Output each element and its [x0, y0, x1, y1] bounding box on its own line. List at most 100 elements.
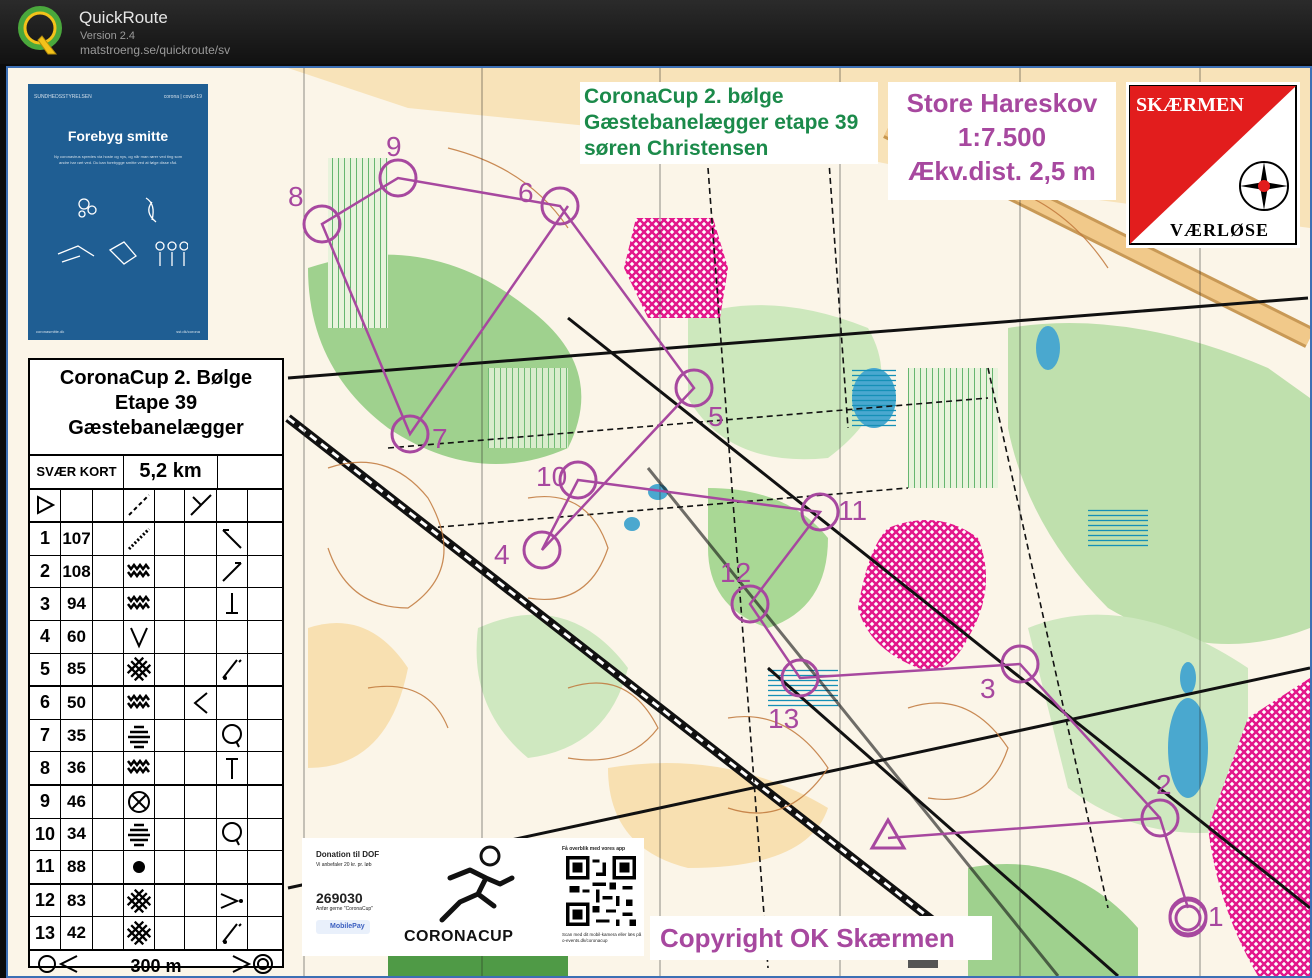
- cd-cell: [185, 620, 217, 653]
- tree-foot-icon: [217, 653, 248, 686]
- control-number-12: 12: [720, 557, 751, 588]
- cd-cell: [217, 687, 248, 719]
- cd-control-row: 13 42: [30, 917, 282, 950]
- tree-foot-icon: [217, 917, 248, 949]
- donation-panel: Donation til DOF Vi anbefaler 20 kr. pr.…: [302, 838, 644, 956]
- poster-footer-left: coronasmitte.dk: [36, 329, 65, 334]
- v-shape-icon: [124, 620, 155, 653]
- o-open-icon: [217, 719, 248, 752]
- cd-control-row: 3 94: [30, 588, 282, 621]
- poster-footer-right: sst.dk/corona: [176, 329, 200, 334]
- control-number-10: 10: [536, 461, 567, 492]
- race-title-line-3: søren Christensen: [584, 137, 769, 160]
- cd-control-code: 60: [61, 620, 93, 653]
- club-name-top: SKÆRMEN: [1136, 94, 1244, 116]
- control-number-11: 11: [838, 495, 867, 526]
- qr-footer: Scan med dit mobil-kamera eller læs på o…: [562, 932, 642, 943]
- control-number-6: 6: [518, 177, 534, 208]
- cd-control-number: 4: [30, 620, 61, 653]
- cd-control-row: 4 60: [30, 620, 282, 654]
- cd-control-row: 5 85: [30, 653, 282, 688]
- app-url[interactable]: matstroeng.se/quickroute/sv: [80, 43, 230, 57]
- cd-cell: [185, 523, 217, 555]
- cd-cell: [217, 620, 248, 653]
- slash-icon: [217, 555, 248, 588]
- race-title-line-2: Gæstebanelægger etape 39: [584, 111, 859, 134]
- cd-start-row: [30, 489, 282, 524]
- cd-control-code: 88: [61, 851, 93, 883]
- arrow-dot-icon: [217, 884, 248, 917]
- poster-body: Ny coronavirus spredes via hoste og nys,…: [53, 154, 183, 165]
- cd-finish-distance: 300 m: [130, 956, 182, 977]
- cd-class-row: SVÆR KORT 5,2 km: [30, 456, 282, 490]
- race-title-line-1: CoronaCup 2. bølge: [584, 85, 784, 108]
- cd-cell: [185, 719, 217, 752]
- donation-title: Donation til DOF: [316, 850, 380, 859]
- cd-control-code: 85: [61, 653, 93, 686]
- cd-cell: [185, 653, 217, 686]
- ruin-zigzag-icon: [124, 687, 155, 719]
- cd-control-row: 1 107: [30, 523, 282, 556]
- control-number-13: 13: [768, 703, 799, 734]
- contour-interval: Ækv.dist. 2,5 m: [908, 156, 1096, 186]
- map-name: Store Hareskov: [906, 88, 1098, 118]
- qr-code-icon[interactable]: [566, 856, 636, 926]
- covid-poster: SUNDHEDSSTYRELSEN corona | covid-19 Fore…: [28, 84, 208, 340]
- ruin-zigzag-icon: [124, 588, 155, 620]
- ruin-zigzag-icon: [124, 752, 155, 784]
- cd-control-code: 46: [61, 785, 93, 818]
- dot-icon: [124, 851, 155, 883]
- cd-cell: [185, 588, 217, 620]
- control-number-2: 2: [1156, 769, 1172, 800]
- cd-control-row: 8 36: [30, 752, 282, 786]
- vegetation-cross-icon: [124, 917, 155, 949]
- copyright-label: Copyright OK Skærmen: [650, 916, 992, 960]
- cd-header-line-1: CoronaCup 2. Bølge: [59, 367, 253, 389]
- cd-control-number: 12: [30, 884, 61, 917]
- cd-class: SVÆR KORT: [30, 456, 124, 488]
- vegetation-cross-icon: [124, 653, 155, 686]
- corner-left-icon: [217, 523, 248, 555]
- cd-control-code: 50: [61, 687, 93, 719]
- control-description-sheet: CoronaCup 2. Bølge Etape 39 Gæstebanelæg…: [28, 358, 284, 976]
- cd-control-code: 36: [61, 752, 93, 784]
- dotted-line-icon: [124, 523, 155, 555]
- cd-control-row: 7 35: [30, 719, 282, 753]
- marsh-icon: [124, 719, 155, 752]
- o-open-icon: [217, 818, 248, 851]
- cd-control-number: 2: [30, 555, 61, 588]
- cd-control-number: 1: [30, 523, 61, 555]
- control-number-5: 5: [708, 401, 724, 432]
- poster-brand: corona | covid-19: [163, 94, 202, 100]
- cd-control-code: 108: [61, 555, 93, 588]
- club-logo: SKÆRMEN VÆRLØSE: [1126, 82, 1300, 248]
- mobilepay-logo: MobilePay: [316, 920, 370, 934]
- cd-cell: [185, 884, 217, 917]
- start-triangle-icon: [30, 489, 61, 522]
- poster-agency: SUNDHEDSSTYRELSEN: [34, 94, 92, 100]
- finish-start-icon: [30, 952, 90, 976]
- cd-control-row: 12 83: [30, 884, 282, 918]
- cd-control-row: 6 50: [30, 687, 282, 720]
- cd-control-number: 9: [30, 785, 61, 818]
- cd-control-row: 10 34: [30, 818, 282, 852]
- donation-note: Anfør gerne "CoronaCup": [316, 906, 373, 912]
- ruin-zigzag-icon: [124, 555, 155, 588]
- cd-control-number: 8: [30, 752, 61, 784]
- control-number-1: 1: [1208, 901, 1224, 932]
- race-title-box: CoronaCup 2. bølge Gæstebanelægger etape…: [580, 82, 878, 164]
- top-bar-icon: [217, 752, 248, 784]
- cd-control-number: 13: [30, 917, 61, 949]
- cd-control-code: 94: [61, 588, 93, 620]
- app-title-bar: QuickRoute Version 2.4 matstroeng.se/qui…: [0, 0, 1312, 64]
- donation-recommendation: Vi anbefaler 20 kr. pr. løb: [316, 862, 372, 868]
- foot-icon: [217, 588, 248, 620]
- control-number-8: 8: [288, 181, 304, 212]
- map-view[interactable]: 1 2 3 4 5 6 7 8 9 10 11 12 13 SUNDHEDSST…: [6, 66, 1312, 978]
- cd-cell: [217, 785, 248, 818]
- map-title-box: Store Hareskov 1:7.500 Ækv.dist. 2,5 m: [888, 82, 1116, 200]
- cd-control-row: 11 88: [30, 851, 282, 885]
- cd-control-number: 11: [30, 851, 61, 883]
- poster-title: Forebyg smitte: [67, 128, 169, 144]
- cd-control-code: 83: [61, 884, 93, 917]
